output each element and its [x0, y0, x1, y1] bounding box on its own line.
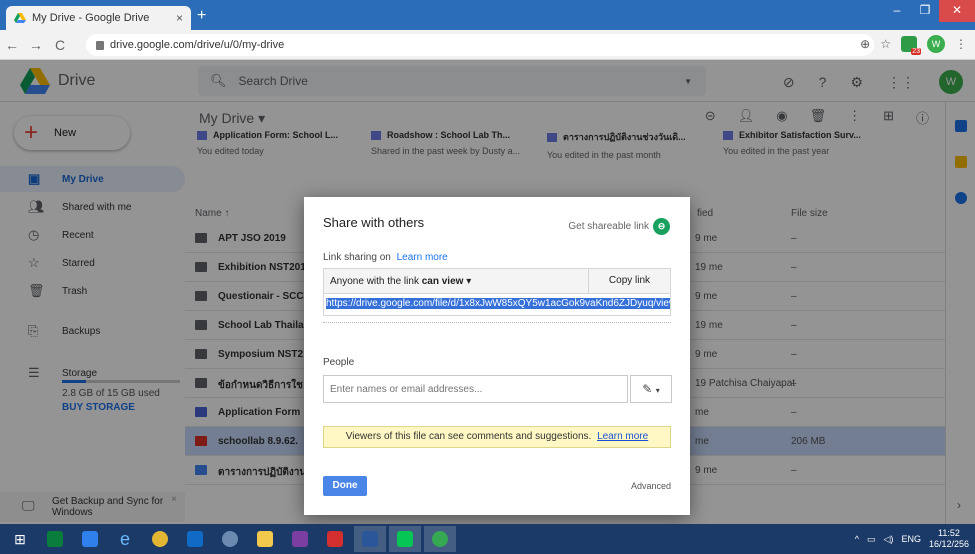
browser-tab[interactable]: My Drive - Google Drive ×: [6, 6, 191, 30]
permission-prefix: Anyone with the link: [330, 276, 419, 287]
line-app-icon[interactable]: [389, 526, 421, 552]
people-input[interactable]: [323, 375, 628, 403]
start-windows-icon[interactable]: ⊞: [4, 526, 36, 552]
windows-taskbar: ⊞ e ^ ▭ ◁) ENG 11:52 16/12/256: [0, 524, 975, 554]
copy-link-button[interactable]: Copy link: [588, 269, 670, 293]
edit-permission-dropdown[interactable]: ✎ ▾: [630, 375, 672, 403]
drive-favicon-icon: [14, 13, 26, 23]
minimize-icon[interactable]: –: [883, 0, 911, 22]
link-icon[interactable]: ⊖: [653, 218, 670, 235]
store-icon[interactable]: [39, 526, 71, 552]
chrome-icon[interactable]: [144, 526, 176, 552]
chrome-menu-icon[interactable]: ⋮: [955, 37, 967, 51]
divider: [323, 322, 671, 323]
maximize-icon[interactable]: ❐: [911, 0, 939, 22]
extension-badge: 23: [911, 48, 921, 55]
close-tab-icon[interactable]: ×: [176, 11, 183, 25]
outlook-icon[interactable]: [179, 526, 211, 552]
new-tab-button[interactable]: +: [197, 7, 206, 25]
address-toolbar: ← → C drive.google.com/drive/u/0/my-driv…: [0, 30, 975, 60]
onenote-icon[interactable]: [284, 526, 316, 552]
permission-level: can view: [421, 276, 464, 287]
viewer-notice: Viewers of this file can see comments an…: [323, 426, 671, 448]
word-icon[interactable]: [354, 526, 386, 552]
pencil-icon: ✎: [642, 382, 653, 396]
done-button[interactable]: Done: [323, 476, 367, 496]
share-url-text: https://drive.google.com/file/d/1x8xJwW8…: [326, 298, 670, 309]
extension-icon[interactable]: 23: [901, 36, 921, 55]
notice-learn-more-link[interactable]: Learn more: [597, 431, 648, 442]
bookmark-star-icon[interactable]: ☆: [880, 37, 891, 51]
profile-avatar[interactable]: W: [927, 35, 945, 53]
dropbox-icon[interactable]: [74, 526, 106, 552]
back-arrow-icon[interactable]: ←: [0, 37, 24, 53]
dropdown-caret-icon: ▾: [466, 276, 472, 287]
forward-arrow-icon[interactable]: →: [24, 37, 48, 53]
link-sharing-status: Link sharing on Learn more: [323, 252, 448, 263]
share-dialog: Share with others Get shareable link ⊖ L…: [304, 197, 690, 515]
lock-icon: [96, 40, 104, 50]
system-tray: ^ ▭ ◁) ENG 11:52 16/12/256: [855, 528, 969, 550]
permission-dropdown[interactable]: Anyone with the link can view ▾: [330, 276, 471, 287]
system-clock[interactable]: 11:52 16/12/256: [929, 528, 969, 550]
dialog-title: Share with others: [323, 215, 425, 230]
browser-tab-strip: My Drive - Google Drive × + – ❐ ✕: [0, 0, 975, 30]
notice-text: Viewers of this file can see comments an…: [345, 431, 592, 442]
settings-app-icon[interactable]: [214, 526, 246, 552]
people-label: People: [323, 357, 355, 368]
link-permission-row: Anyone with the link can view ▾ Copy lin…: [323, 268, 671, 294]
file-explorer-icon[interactable]: [249, 526, 281, 552]
tray-chevron-icon[interactable]: ^: [855, 534, 859, 544]
caret-down-icon: ▾: [655, 386, 660, 395]
volume-icon[interactable]: ◁): [884, 534, 894, 545]
get-shareable-link[interactable]: Get shareable link ⊖: [568, 218, 670, 235]
share-url-field[interactable]: https://drive.google.com/file/d/1x8xJwW8…: [323, 294, 671, 316]
zoom-icon[interactable]: ⊕: [860, 37, 870, 51]
window-controls: – ❐ ✕: [883, 0, 975, 22]
reload-icon[interactable]: C: [48, 37, 72, 53]
advanced-link[interactable]: Advanced: [631, 481, 671, 491]
link-sharing-label: Link sharing on: [323, 252, 391, 263]
network-icon[interactable]: ▭: [867, 534, 876, 545]
get-link-label: Get shareable link: [568, 221, 649, 232]
address-bar[interactable]: drive.google.com/drive/u/0/my-drive: [86, 34, 874, 56]
lang-indicator[interactable]: ENG: [901, 534, 921, 544]
clock-time: 11:52: [938, 528, 960, 538]
tab-title: My Drive - Google Drive: [32, 12, 150, 24]
learn-more-link[interactable]: Learn more: [397, 252, 448, 263]
internet-explorer-icon[interactable]: e: [109, 526, 141, 552]
kaspersky-icon[interactable]: [319, 526, 351, 552]
browser-actions: ⊕ ☆ 23 W ⋮: [860, 35, 967, 55]
window-close-icon[interactable]: ✕: [939, 0, 975, 22]
chrome-active-icon[interactable]: [424, 526, 456, 552]
clock-date: 16/12/256: [928, 539, 969, 549]
url-text: drive.google.com/drive/u/0/my-drive: [110, 39, 285, 51]
